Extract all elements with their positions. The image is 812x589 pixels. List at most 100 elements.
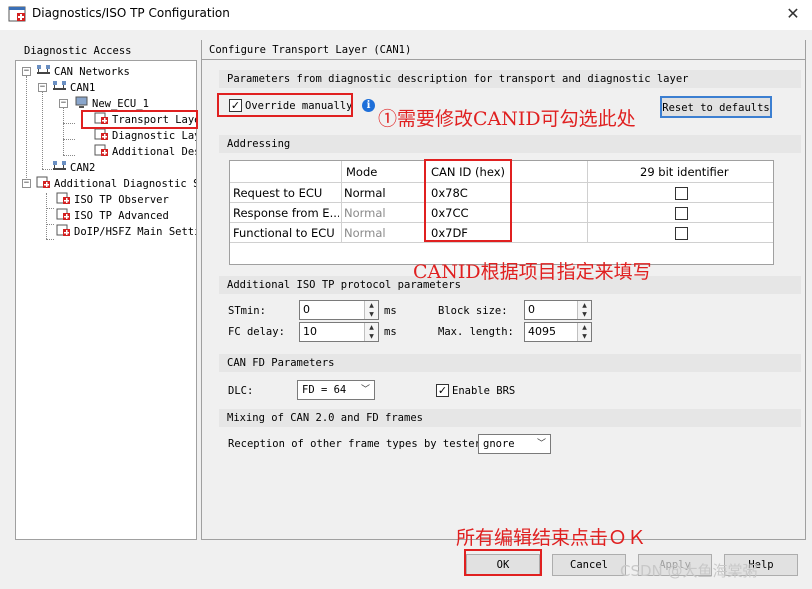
transport-layer-highlight-box [81,110,198,129]
stmin-stepper[interactable]: 0 ▲ ▼ [299,300,379,320]
tree-item-doip-hsfz[interactable]: DoIP/HSFZ Main Settings [56,224,196,239]
mode-select: Normal [344,206,386,220]
29bit-checkbox[interactable] [675,207,688,220]
info-icon: i [362,99,375,112]
override-highlight-box [217,93,353,117]
max-length-value: 4095 [528,325,556,338]
tree-item-can-networks[interactable]: CAN Networks [36,64,196,79]
ecu-icon [75,96,88,108]
navigation-tree[interactable]: − − − − CAN Networks CAN1 New_ECU_1 Tran… [15,60,197,540]
tree-item-can2[interactable]: CAN2 [52,160,196,175]
stmin-unit: ms [384,305,397,317]
tree-item-label: New_ECU_1 [92,98,149,110]
tree-item-additional-diagnostic-settings[interactable]: Additional Diagnostic Settings [36,176,196,191]
chevron-down-icon: ﹀ [360,385,370,395]
arrow-down-icon[interactable]: ▼ [365,332,378,341]
settings-page-icon [56,208,70,220]
tree-item-label: Additional Diagnostic Settings [54,178,196,190]
tree-item-label: ISO TP Advanced [74,210,169,222]
collapse-toggle-icon[interactable]: − [59,99,68,108]
panel-title: Configure Transport Layer (CAN1) [209,44,412,56]
tree-item-iso-tp-observer[interactable]: ISO TP Observer [56,192,196,207]
addressing-section-header: Addressing [219,135,801,153]
row-name: Response from E... [233,206,339,220]
arrow-up-icon[interactable]: ▲ [578,301,591,310]
annotation-project-note: CANID根据项目指定来填写 [413,261,652,283]
arrow-down-icon[interactable]: ▼ [365,310,378,319]
network-icon [53,81,66,90]
row-name: Functional to ECU [233,226,335,240]
reception-select[interactable]: gnore ﹀ [478,434,551,454]
tree-item-label: CAN1 [70,82,96,94]
max-length-stepper[interactable]: 4095 ▲ ▼ [524,322,592,342]
dlc-select[interactable]: FD = 64 ﹀ [297,380,375,400]
tree-item-label: CAN2 [70,162,96,174]
29bit-checkbox[interactable] [675,187,688,200]
arrow-up-icon[interactable]: ▲ [365,323,378,332]
tree-item-additional-descriptions[interactable]: Additional Descriptions [94,144,196,159]
block-size-label: Block size: [438,305,508,317]
network-icon [37,65,50,74]
block-size-value: 0 [528,303,535,316]
tree-item-can1[interactable]: CAN1 [52,80,196,95]
29bit-checkbox[interactable] [675,227,688,240]
collapse-toggle-icon[interactable]: − [22,67,31,76]
tree-item-diagnostic-layer[interactable]: Diagnostic Layer [94,128,196,143]
fc-delay-stepper[interactable]: 10 ▲ ▼ [299,322,379,342]
params-section-header: Parameters from diagnostic description f… [219,70,801,88]
arrow-down-icon[interactable]: ▼ [578,332,591,341]
mixing-section-header: Mixing of CAN 2.0 and FD frames [219,409,801,427]
mode-select[interactable]: Normal [344,183,386,203]
stmin-label: STmin: [228,305,266,317]
tree-item-label: Additional Descriptions [112,146,196,158]
enable-brs-checkbox[interactable]: ✓ [436,384,449,397]
reception-label: Reception of other frame types by tester… [228,438,488,450]
collapse-toggle-icon[interactable]: − [22,179,31,188]
network-icon [53,161,66,170]
column-header-29bit: 29 bit identifier [640,165,729,179]
arrow-down-icon[interactable]: ▼ [578,310,591,319]
title-bar: Diagnostics/ISO TP Configuration ✕ [0,0,812,30]
fc-delay-value: 10 [303,325,317,338]
settings-page-icon [94,144,108,156]
config-panel-header: Configure Transport Layer (CAN1) [201,40,806,60]
tree-item-iso-tp-advanced[interactable]: ISO TP Advanced [56,208,196,223]
app-icon [8,6,26,22]
annotation-canid-note: ①需要修改CANID可勾选此处 [378,108,636,130]
row-name: Request to ECU [233,186,323,200]
tree-item-label: CAN Networks [54,66,130,78]
tree-item-label: Diagnostic Layer [112,130,196,142]
arrow-up-icon[interactable]: ▲ [365,301,378,310]
tree-item-label: DoIP/HSFZ Main Settings [74,226,196,238]
block-size-stepper[interactable]: 0 ▲ ▼ [524,300,592,320]
column-header-mode: Mode [346,165,378,179]
settings-page-icon [94,128,108,140]
chevron-down-icon: ﹀ [536,439,546,449]
reception-value: gnore [483,438,515,450]
tree-item-label: ISO TP Observer [74,194,169,206]
max-length-label: Max. length: [438,326,514,338]
window-title: Diagnostics/ISO TP Configuration [32,6,230,20]
ok-highlight-box [464,549,542,576]
arrow-up-icon[interactable]: ▲ [578,323,591,332]
cancel-button[interactable]: Cancel [552,554,626,576]
fc-delay-unit: ms [384,326,397,338]
fc-delay-label: FC delay: [228,326,285,338]
reset-to-defaults-button[interactable]: Reset to defaults [660,96,772,118]
settings-page-icon [56,224,70,236]
dlc-label: DLC: [228,385,254,397]
collapse-toggle-icon[interactable]: − [38,83,47,92]
close-icon[interactable]: ✕ [778,2,808,26]
enable-brs-label: Enable BRS [452,385,516,397]
tree-item-new-ecu-1[interactable]: New_ECU_1 [74,96,196,111]
mode-select: Normal [344,226,386,240]
annotation-ok-note: 所有编辑结束点击ＯＫ [456,527,647,549]
settings-page-icon [56,192,70,204]
can-fd-section-header: CAN FD Parameters [219,354,801,372]
diagnostic-access-caption: Diagnostic Access [24,45,132,57]
watermark: CSDN @大鱼海棠粥 [620,562,758,580]
stmin-value: 0 [303,303,310,316]
settings-page-icon [36,176,50,188]
dlc-value: FD = 64 [302,384,347,396]
can-id-highlight-box [424,159,512,242]
